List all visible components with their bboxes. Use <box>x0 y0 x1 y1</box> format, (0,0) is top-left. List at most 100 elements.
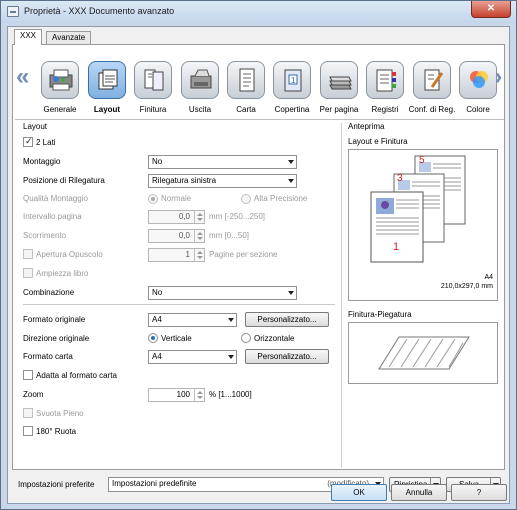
formato-carta-label: Formato carta <box>23 352 73 361</box>
combinazione-select[interactable]: No <box>148 286 297 300</box>
verticale-radio[interactable] <box>148 333 158 343</box>
layout-icon <box>88 61 126 99</box>
cancel-button[interactable]: Annulla <box>391 484 447 501</box>
general-icon <box>41 61 79 99</box>
pages-preview-image: 5 3 1 <box>370 155 466 263</box>
category-per-pagina[interactable]: Per pagina <box>316 59 362 119</box>
montaggio-select[interactable]: No <box>148 155 297 169</box>
preview-title: Anteprima <box>348 122 385 131</box>
preview-paper: A4 <box>484 274 493 281</box>
category-registri[interactable]: Registri <box>362 59 408 119</box>
layout-preview: 5 3 1 A4 210,0x297,0 mm <box>348 149 498 301</box>
intervallo-label: Intervallo pagina <box>23 212 82 221</box>
personalizzato-originale-button[interactable]: Personalizzato... <box>245 312 329 327</box>
tabs-icon <box>366 61 404 99</box>
posizione-label: Posizione di Rilegatura <box>23 176 105 185</box>
category-layout[interactable]: Layout <box>84 59 130 119</box>
chevron-down-icon <box>288 179 294 183</box>
category-generale[interactable]: Generale <box>37 59 83 119</box>
finishing-icon <box>134 61 172 99</box>
svg-text:1: 1 <box>291 76 296 85</box>
window-title: Proprietà - XXX Documento avanzato <box>24 6 175 16</box>
adatta-checkbox[interactable] <box>23 370 33 380</box>
paper-icon <box>227 61 265 99</box>
tab-content: « » Generale Layout <box>12 44 505 470</box>
help-button[interactable]: ? <box>451 484 507 501</box>
finishing-title: Finitura-Piegatura <box>348 310 412 319</box>
ampiezza-checkbox[interactable] <box>23 268 33 278</box>
category-label: Registri <box>371 105 399 114</box>
svg-text:5: 5 <box>419 155 425 166</box>
direzione-label: Direzione originale <box>23 334 90 343</box>
formato-originale-select[interactable]: A4 <box>148 313 237 327</box>
preset-value: Impostazioni predefinite <box>112 479 197 488</box>
category-label: Finitura <box>139 105 167 114</box>
preview-dims: 210,0x297,0 mm <box>440 283 493 290</box>
client-area: XXX Avanzate « » Generale Layout <box>7 26 510 504</box>
intervallo-value: 0,0 <box>178 212 190 221</box>
duplex-checkbox[interactable] <box>23 136 33 147</box>
category-conf-reg[interactable]: Conf. di Reg. <box>409 59 455 119</box>
chevron-down-icon <box>288 160 294 164</box>
spin-arrows-icon[interactable] <box>194 389 204 401</box>
montaggio-value: No <box>152 157 163 166</box>
cover-icon: 1 <box>273 61 311 99</box>
layout-section-title: Layout <box>23 122 48 131</box>
scorrimento-label: Scorrimento <box>23 231 67 240</box>
chevron-down-icon <box>288 291 294 295</box>
orizzontale-radio[interactable] <box>241 333 251 343</box>
formato-carta-value: A4 <box>152 352 162 361</box>
title-bar[interactable]: Proprietà - XXX Documento avanzato ✕ <box>1 1 516 23</box>
intervallo-range: mm [-250...250] <box>209 212 266 221</box>
finishing-preview <box>348 322 498 384</box>
svuota-label: Svuota Pieno <box>36 409 84 418</box>
adatta-label: Adatta al formato carta <box>36 371 117 380</box>
category-uscita[interactable]: Uscita <box>177 59 223 119</box>
formato-originale-value: A4 <box>152 315 162 324</box>
formato-carta-select[interactable]: A4 <box>148 350 237 364</box>
zoom-range: % [1...1000] <box>209 390 252 399</box>
svg-text:1: 1 <box>393 241 399 253</box>
scorrimento-stepper[interactable]: 0,0 <box>148 229 205 243</box>
tab-avanzate[interactable]: Avanzate <box>46 31 92 44</box>
montaggio-label: Montaggio <box>23 157 61 166</box>
zoom-value: 100 <box>176 390 190 399</box>
config-icon <box>413 61 451 99</box>
panel-divider <box>341 123 342 468</box>
spin-arrows-icon[interactable] <box>194 249 204 261</box>
posizione-select[interactable]: Rilegatura sinistra <box>148 174 297 188</box>
apertura-checkbox[interactable] <box>23 249 33 259</box>
ampiezza-label: Ampiezza libro <box>36 269 89 278</box>
svuota-checkbox[interactable] <box>23 408 33 418</box>
qualita-alta-radio[interactable] <box>241 194 251 204</box>
chevron-down-icon <box>228 318 234 322</box>
zoom-stepper[interactable]: 100 <box>148 388 205 402</box>
category-colore[interactable]: Colore <box>455 59 501 119</box>
posizione-value: Rilegatura sinistra <box>152 176 217 185</box>
printer-icon <box>7 6 19 17</box>
category-bar: Generale Layout Finitura Uscita Carta 1 … <box>37 59 497 123</box>
apertura-stepper[interactable]: 1 <box>148 248 205 262</box>
personalizzato-carta-button[interactable]: Personalizzato... <box>245 349 329 364</box>
ok-button[interactable]: OK <box>331 484 387 501</box>
spin-arrows-icon[interactable] <box>194 230 204 242</box>
page-front: 1 <box>370 191 424 263</box>
preview-subtitle: Layout e Finitura <box>348 137 408 146</box>
apertura-unit: Pagine per sezione <box>209 250 278 259</box>
qualita-normale-radio[interactable] <box>148 194 158 204</box>
category-finitura[interactable]: Finitura <box>130 59 176 119</box>
close-button[interactable]: ✕ <box>471 1 511 18</box>
color-icon <box>459 61 497 99</box>
ruota-label: 180° Ruota <box>36 427 77 436</box>
category-carta[interactable]: Carta <box>223 59 269 119</box>
scroll-left-icon[interactable]: « <box>16 63 29 91</box>
zoom-label: Zoom <box>23 390 44 399</box>
spin-arrows-icon[interactable] <box>194 211 204 223</box>
qualita-label: Qualità Montaggio <box>23 194 88 203</box>
ruota-checkbox[interactable] <box>23 426 33 436</box>
intervallo-stepper[interactable]: 0,0 <box>148 210 205 224</box>
tab-xxx[interactable]: XXX <box>14 29 43 45</box>
category-copertina[interactable]: 1 Copertina <box>269 59 315 119</box>
dialog-window: Proprietà - XXX Documento avanzato ✕ XXX… <box>0 0 517 510</box>
fold-preview-image <box>378 336 470 370</box>
